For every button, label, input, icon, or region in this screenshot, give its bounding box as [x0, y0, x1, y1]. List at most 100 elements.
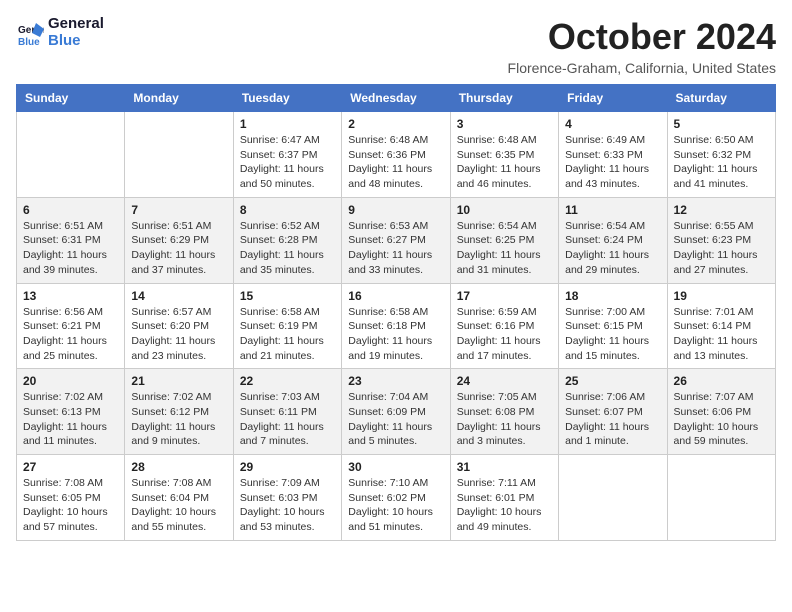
- calendar-cell: 3 Sunrise: 6:48 AMSunset: 6:35 PMDaylight…: [450, 112, 558, 198]
- calendar-cell: 5Sunrise: 6:50 AMSunset: 6:32 PMDaylight…: [667, 112, 775, 198]
- day-info: Sunrise: 6:57 AMSunset: 6:20 PMDaylight:…: [131, 305, 226, 364]
- calendar-cell: 29 Sunrise: 7:09 AMSunset: 6:03 PMDayligh…: [233, 455, 341, 541]
- day-number: 6: [23, 203, 118, 217]
- month-title: October 2024: [508, 16, 776, 58]
- day-number: 21: [131, 374, 226, 388]
- day-number: 4: [565, 117, 660, 131]
- day-number: 29: [240, 460, 335, 474]
- day-info: Sunrise: 7:08 AMSunset: 6:04 PMDaylight:…: [131, 476, 226, 535]
- calendar-cell: 11Sunrise: 6:54 AMSunset: 6:24 PMDayligh…: [559, 197, 667, 283]
- calendar-table: SundayMondayTuesdayWednesdayThursdayFrid…: [16, 84, 776, 541]
- week-row-4: 20 Sunrise: 7:02 AMSunset: 6:13 PMDayligh…: [17, 369, 776, 455]
- day-number: 12: [674, 203, 769, 217]
- calendar-cell: 14 Sunrise: 6:57 AMSunset: 6:20 PMDayligh…: [125, 283, 233, 369]
- day-number: 26: [674, 374, 769, 388]
- calendar-cell: [17, 112, 125, 198]
- calendar-cell: 31 Sunrise: 7:11 AMSunset: 6:01 PMDayligh…: [450, 455, 558, 541]
- svg-text:Blue: Blue: [18, 37, 40, 47]
- day-number: 3: [457, 117, 552, 131]
- calendar-cell: 9 Sunrise: 6:53 AMSunset: 6:27 PMDaylight…: [342, 197, 450, 283]
- calendar-cell: 21Sunrise: 7:02 AMSunset: 6:12 PMDayligh…: [125, 369, 233, 455]
- day-info: Sunrise: 7:05 AMSunset: 6:08 PMDaylight:…: [457, 390, 552, 449]
- calendar-cell: 23Sunrise: 7:04 AMSunset: 6:09 PMDayligh…: [342, 369, 450, 455]
- weekday-header-tuesday: Tuesday: [233, 85, 341, 112]
- calendar-cell: 17 Sunrise: 6:59 AMSunset: 6:16 PMDayligh…: [450, 283, 558, 369]
- calendar-cell: 25Sunrise: 7:06 AMSunset: 6:07 PMDayligh…: [559, 369, 667, 455]
- day-number: 8: [240, 203, 335, 217]
- location-subtitle: Florence-Graham, California, United Stat…: [508, 60, 776, 76]
- day-number: 20: [23, 374, 118, 388]
- logo: General Blue General Blue: [16, 16, 104, 49]
- day-number: 10: [457, 203, 552, 217]
- week-row-2: 6 Sunrise: 6:51 AMSunset: 6:31 PMDaylight…: [17, 197, 776, 283]
- weekday-header-saturday: Saturday: [667, 85, 775, 112]
- day-number: 2: [348, 117, 443, 131]
- day-number: 7: [131, 203, 226, 217]
- day-number: 14: [131, 289, 226, 303]
- day-info: Sunrise: 7:09 AMSunset: 6:03 PMDaylight:…: [240, 476, 335, 535]
- calendar-cell: 26 Sunrise: 7:07 AMSunset: 6:06 PMDayligh…: [667, 369, 775, 455]
- weekday-header-thursday: Thursday: [450, 85, 558, 112]
- calendar-cell: [667, 455, 775, 541]
- day-number: 13: [23, 289, 118, 303]
- weekday-header-sunday: Sunday: [17, 85, 125, 112]
- week-row-1: 1Sunrise: 6:47 AMSunset: 6:37 PMDaylight…: [17, 112, 776, 198]
- day-info: Sunrise: 7:00 AMSunset: 6:15 PMDaylight:…: [565, 305, 660, 364]
- weekday-header-friday: Friday: [559, 85, 667, 112]
- day-info: Sunrise: 6:54 AMSunset: 6:25 PMDaylight:…: [457, 219, 552, 278]
- day-info: Sunrise: 6:47 AMSunset: 6:37 PMDaylight:…: [240, 133, 335, 192]
- day-info: Sunrise: 7:11 AMSunset: 6:01 PMDaylight:…: [457, 476, 552, 535]
- day-info: Sunrise: 6:54 AMSunset: 6:24 PMDaylight:…: [565, 219, 660, 278]
- day-info: Sunrise: 6:48 AMSunset: 6:36 PMDaylight:…: [348, 133, 443, 192]
- calendar-cell: 13 Sunrise: 6:56 AMSunset: 6:21 PMDayligh…: [17, 283, 125, 369]
- day-info: Sunrise: 7:06 AMSunset: 6:07 PMDaylight:…: [565, 390, 660, 449]
- weekday-header-row: SundayMondayTuesdayWednesdayThursdayFrid…: [17, 85, 776, 112]
- day-number: 30: [348, 460, 443, 474]
- day-info: Sunrise: 6:55 AMSunset: 6:23 PMDaylight:…: [674, 219, 769, 278]
- calendar-cell: 24 Sunrise: 7:05 AMSunset: 6:08 PMDayligh…: [450, 369, 558, 455]
- calendar-cell: 8Sunrise: 6:52 AMSunset: 6:28 PMDaylight…: [233, 197, 341, 283]
- week-row-5: 27 Sunrise: 7:08 AMSunset: 6:05 PMDayligh…: [17, 455, 776, 541]
- day-info: Sunrise: 6:56 AMSunset: 6:21 PMDaylight:…: [23, 305, 118, 364]
- calendar-cell: 28 Sunrise: 7:08 AMSunset: 6:04 PMDayligh…: [125, 455, 233, 541]
- day-info: Sunrise: 6:59 AMSunset: 6:16 PMDaylight:…: [457, 305, 552, 364]
- calendar-cell: 7 Sunrise: 6:51 AMSunset: 6:29 PMDaylight…: [125, 197, 233, 283]
- calendar-cell: [559, 455, 667, 541]
- page-header: General Blue General Blue October 2024 F…: [16, 16, 776, 76]
- day-info: Sunrise: 6:53 AMSunset: 6:27 PMDaylight:…: [348, 219, 443, 278]
- day-info: Sunrise: 6:51 AMSunset: 6:29 PMDaylight:…: [131, 219, 226, 278]
- day-info: Sunrise: 6:49 AMSunset: 6:33 PMDaylight:…: [565, 133, 660, 192]
- day-info: Sunrise: 7:03 AMSunset: 6:11 PMDaylight:…: [240, 390, 335, 449]
- day-info: Sunrise: 6:48 AMSunset: 6:35 PMDaylight:…: [457, 133, 552, 192]
- day-number: 27: [23, 460, 118, 474]
- calendar-cell: 15Sunrise: 6:58 AMSunset: 6:19 PMDayligh…: [233, 283, 341, 369]
- calendar-cell: 6 Sunrise: 6:51 AMSunset: 6:31 PMDaylight…: [17, 197, 125, 283]
- day-number: 16: [348, 289, 443, 303]
- day-info: Sunrise: 7:07 AMSunset: 6:06 PMDaylight:…: [674, 390, 769, 449]
- day-number: 31: [457, 460, 552, 474]
- calendar-cell: 10 Sunrise: 6:54 AMSunset: 6:25 PMDayligh…: [450, 197, 558, 283]
- calendar-cell: [125, 112, 233, 198]
- week-row-3: 13 Sunrise: 6:56 AMSunset: 6:21 PMDayligh…: [17, 283, 776, 369]
- calendar-cell: 27 Sunrise: 7:08 AMSunset: 6:05 PMDayligh…: [17, 455, 125, 541]
- title-section: October 2024 Florence-Graham, California…: [508, 16, 776, 76]
- day-info: Sunrise: 7:02 AMSunset: 6:13 PMDaylight:…: [23, 390, 118, 449]
- calendar-cell: 2 Sunrise: 6:48 AMSunset: 6:36 PMDaylight…: [342, 112, 450, 198]
- day-info: Sunrise: 7:08 AMSunset: 6:05 PMDaylight:…: [23, 476, 118, 535]
- day-number: 17: [457, 289, 552, 303]
- day-info: Sunrise: 6:51 AMSunset: 6:31 PMDaylight:…: [23, 219, 118, 278]
- calendar-cell: 30 Sunrise: 7:10 AMSunset: 6:02 PMDayligh…: [342, 455, 450, 541]
- day-number: 28: [131, 460, 226, 474]
- calendar-cell: 12 Sunrise: 6:55 AMSunset: 6:23 PMDayligh…: [667, 197, 775, 283]
- weekday-header-monday: Monday: [125, 85, 233, 112]
- calendar-cell: 19Sunrise: 7:01 AMSunset: 6:14 PMDayligh…: [667, 283, 775, 369]
- calendar-cell: 16Sunrise: 6:58 AMSunset: 6:18 PMDayligh…: [342, 283, 450, 369]
- logo-icon: General Blue: [16, 19, 44, 47]
- day-info: Sunrise: 6:50 AMSunset: 6:32 PMDaylight:…: [674, 133, 769, 192]
- day-number: 9: [348, 203, 443, 217]
- day-number: 24: [457, 374, 552, 388]
- calendar-cell: 20 Sunrise: 7:02 AMSunset: 6:13 PMDayligh…: [17, 369, 125, 455]
- day-number: 15: [240, 289, 335, 303]
- calendar-cell: 1Sunrise: 6:47 AMSunset: 6:37 PMDaylight…: [233, 112, 341, 198]
- day-info: Sunrise: 7:10 AMSunset: 6:02 PMDaylight:…: [348, 476, 443, 535]
